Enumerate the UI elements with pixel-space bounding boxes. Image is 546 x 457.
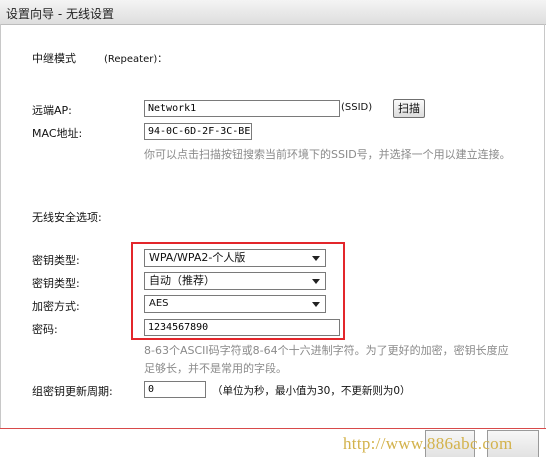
mode-label: 中继模式 [32, 52, 76, 65]
key-type-value: WPA/WPA2-个人版 [149, 251, 246, 264]
remote-ap-input[interactable]: Network1 [144, 100, 340, 117]
encryption-value: AES [149, 298, 169, 309]
password-label: 密码: [32, 323, 58, 336]
chevron-down-icon [312, 256, 320, 261]
chevron-down-icon [312, 279, 320, 284]
mac-address-input[interactable]: 94-0C-6D-2F-3C-BE [144, 123, 252, 140]
group-key-label: 组密钥更新周期: [32, 385, 113, 398]
page-title: 设置向导 - 无线设置 [6, 7, 114, 21]
divider [0, 428, 546, 429]
remote-ap-label: 远端AP: [32, 104, 72, 117]
password-input[interactable]: 1234567890 [144, 319, 340, 336]
ssid-label: (SSID) [341, 102, 373, 113]
key-type-label-2: 密钥类型: [32, 277, 80, 290]
group-key-input[interactable]: 0 [144, 381, 206, 398]
password-hint: 8-63个ASCII码字符或8-64个十六进制字符。为了更好的加密，密钥长度应足… [144, 344, 509, 375]
scan-hint: 你可以点击扫描按钮搜索当前环境下的SSID号，并选择一个用以建立连接。 [144, 148, 511, 161]
security-section-title: 无线安全选项: [32, 211, 102, 224]
scan-button[interactable]: 扫描 [393, 99, 425, 118]
key-type-value-2: 自动（推荐） [149, 274, 215, 287]
encryption-label: 加密方式: [32, 300, 80, 313]
mode-value: (Repeater)： [104, 54, 168, 65]
chevron-down-icon [312, 302, 320, 307]
watermark: http://www.886abc.com [343, 434, 513, 453]
key-type-select[interactable]: WPA/WPA2-个人版 [144, 249, 326, 267]
title-bar: 设置向导 - 无线设置 [0, 0, 546, 25]
key-type-label: 密钥类型: [32, 254, 80, 267]
mac-label: MAC地址: [32, 127, 83, 140]
key-type-select-2[interactable]: 自动（推荐） [144, 272, 326, 290]
encryption-select[interactable]: AES [144, 295, 326, 313]
group-key-hint: （单位为秒，最小值为30，不更新则为0） [212, 385, 411, 397]
